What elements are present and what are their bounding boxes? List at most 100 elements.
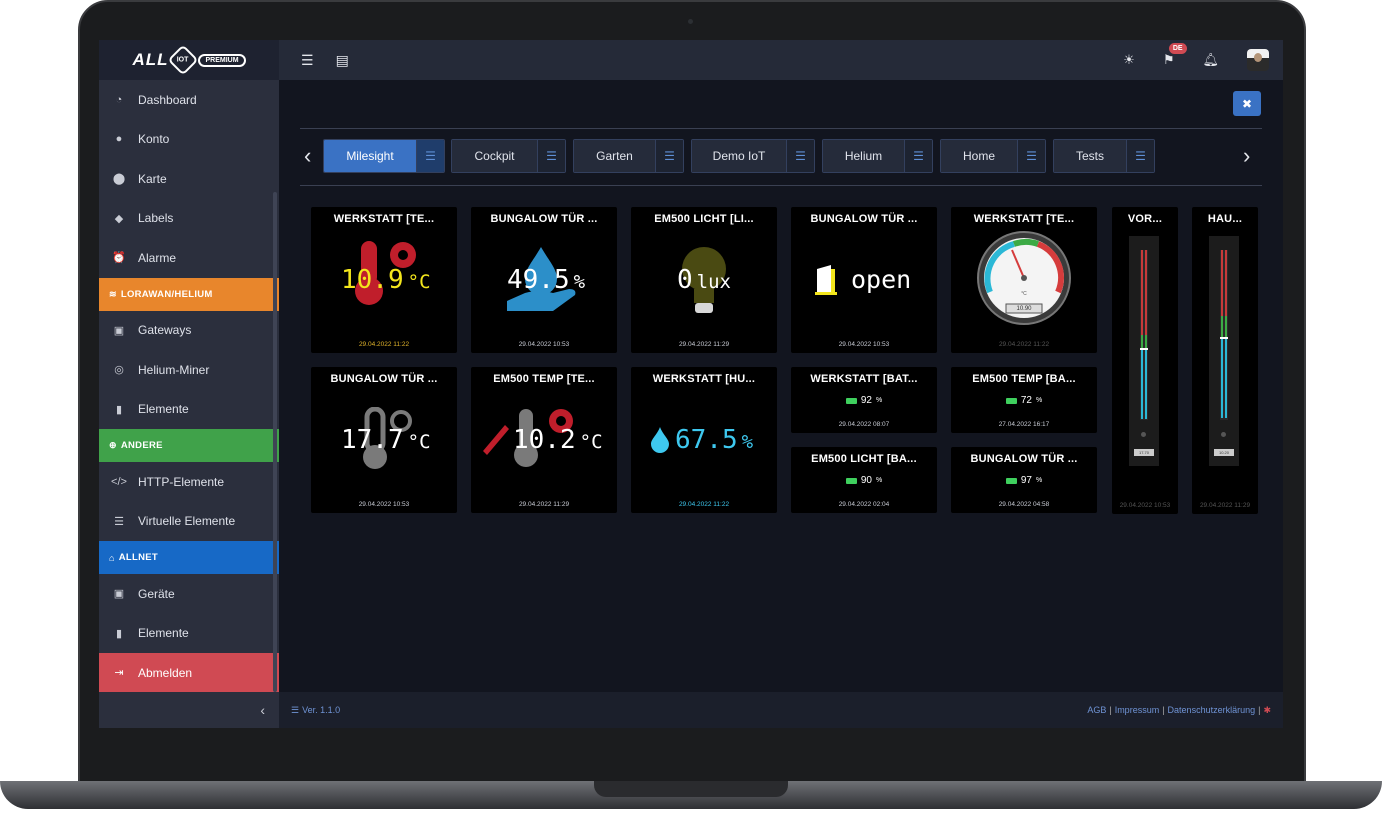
sidebar: ALL IOT PREMIUM ◔ Dashboard ● Konto ⬤ Karte…	[99, 40, 279, 728]
tile-date: 29.04.2022 11:29	[518, 501, 570, 508]
tile-title: HAU...	[1207, 213, 1243, 225]
globe-icon: ⊕	[109, 440, 117, 450]
section-label: ANDERE	[120, 440, 163, 451]
theme-sun-icon[interactable]: ☀	[1123, 52, 1135, 68]
sidebar-item-gateways[interactable]: ▣ Gateways	[99, 311, 279, 351]
tile-werkstatt-gauge[interactable]: WERKSTATT [TE... °C 10.90 29.04.2022 11:…	[951, 207, 1097, 353]
gauge-icon: ◔	[115, 93, 123, 106]
tile-em500-temp-battery[interactable]: EM500 TEMP [BA... 72% 27.04.2022 16:17	[951, 367, 1097, 433]
divider-bottom	[300, 185, 1262, 186]
language-badge: DE	[1168, 43, 1187, 54]
tile-value-wrap: 49.5%	[507, 265, 585, 295]
tile-em500-licht-battery[interactable]: EM500 LICHT [BA... 90% 29.04.2022 02:04	[791, 447, 937, 513]
logo[interactable]: ALL IOT PREMIUM	[99, 40, 279, 80]
datenschutz-link[interactable]: Datenschutzerklärung	[1168, 705, 1256, 715]
footer-sep: |	[1258, 705, 1261, 715]
tab-garten[interactable]: Garten ☰	[573, 139, 684, 173]
logout-button[interactable]: ⇥ Abmelden	[99, 653, 279, 693]
tabs-next-icon[interactable]: ›	[1243, 139, 1250, 173]
tile-unit: °C	[407, 271, 431, 293]
tile-bungalow-temp[interactable]: BUNGALOW TÜR ... 17.7 °C 29.04.2022 10:53	[311, 367, 457, 513]
sidebar-item-dashboard[interactable]: ◔ Dashboard	[99, 80, 279, 120]
tile-werkstatt-temp[interactable]: WERKSTATT [TE... 10.9 °C 29.04.2022 11:22	[311, 207, 457, 353]
sidebar-item-helium-miner[interactable]: ◎ Helium-Miner	[99, 350, 279, 390]
tab-menu-icon[interactable]: ☰	[1126, 140, 1154, 172]
menu-toggle-icon[interactable]: ☰	[301, 52, 314, 69]
database-icon: ☰	[114, 515, 124, 528]
impressum-link[interactable]: Impressum	[1115, 705, 1160, 715]
tile-bungalow-humidity[interactable]: BUNGALOW TÜR ... 49.5% 29.04.2022 10:53	[471, 207, 617, 353]
tab-demo-iot[interactable]: Demo IoT ☰	[691, 139, 815, 173]
tab-tests[interactable]: Tests ☰	[1053, 139, 1155, 173]
tab-cockpit[interactable]: Cockpit ☰	[451, 139, 566, 173]
sidebar-item-labels[interactable]: ◆ Labels	[99, 199, 279, 239]
code-icon: </>	[111, 475, 127, 488]
tile-hau-bar[interactable]: HAU... 10.20 29.04.2022 11:29	[1192, 207, 1258, 514]
tab-menu-icon[interactable]: ☰	[904, 140, 932, 172]
water-drop-icon	[651, 427, 669, 453]
tab-menu-icon[interactable]: ☰	[1017, 140, 1045, 172]
clipboard-icon[interactable]: ▤	[336, 52, 349, 69]
battery-unit: %	[1035, 477, 1043, 484]
tile-date: 29.04.2022 10:53	[1119, 502, 1171, 509]
tile-title: EM500 TEMP [TE...	[493, 373, 595, 385]
logo-iot: IOT	[177, 56, 190, 64]
tile-werkstatt-humidity[interactable]: WERKSTATT [HU... 67.5% 29.04.2022 11:22	[631, 367, 777, 513]
sidebar-item-label: Geräte	[138, 586, 175, 601]
tile-em500-temp[interactable]: EM500 TEMP [TE... 10.2 °C 29.04.2022 11:2…	[471, 367, 617, 513]
bell-icon[interactable]: 🔔︎	[1202, 52, 1219, 68]
tab-menu-icon[interactable]: ☰	[786, 140, 814, 172]
tab-label: Helium	[823, 140, 904, 172]
tile-em500-licht[interactable]: EM500 LICHT [LI... 0 lux 29.04.2022 11:29	[631, 207, 777, 353]
logo-iot-badge: IOT	[167, 44, 200, 76]
tile-werkstatt-battery[interactable]: WERKSTATT [BAT... 92% 29.04.2022 08:07	[791, 367, 937, 433]
avatar[interactable]	[1247, 49, 1269, 71]
tab-milesight[interactable]: Milesight ☰	[323, 139, 445, 173]
sidebar-scrollbar[interactable]	[273, 192, 277, 692]
tab-menu-icon[interactable]: ☰	[416, 140, 444, 172]
sidebar-item-http-elemente[interactable]: </> HTTP-Elemente	[99, 462, 279, 502]
sidebar-item-geraete[interactable]: ▣ Geräte	[99, 574, 279, 614]
tile-bungalow-battery[interactable]: BUNGALOW TÜR ... 97% 29.04.2022 04:58	[951, 447, 1097, 513]
sidebar-item-label: Virtuelle Elemente	[138, 514, 236, 529]
tile-bungalow-door[interactable]: BUNGALOW TÜR ... open 29.04.2022 10:53	[791, 207, 937, 353]
tile-title: BUNGALOW TÜR ...	[970, 453, 1078, 465]
tile-unit: %	[741, 431, 754, 453]
tile-date: 29.04.2022 02:04	[838, 501, 890, 508]
battery-value: 92	[860, 395, 872, 406]
tile-title: VOR...	[1127, 213, 1163, 225]
tab-helium[interactable]: Helium ☰	[822, 139, 933, 173]
sidebar-item-elemente-lorawan[interactable]: ▮ Elemente	[99, 390, 279, 430]
sidebar-item-alarme[interactable]: ⏰ Alarme	[99, 238, 279, 278]
tile-value: 0	[677, 265, 693, 295]
tag-icon: ◆	[114, 212, 124, 225]
sidebar-item-elemente-allnet[interactable]: ▮ Elemente	[99, 614, 279, 654]
tile-value: open	[851, 265, 912, 294]
tile-title: WERKSTATT [TE...	[333, 213, 435, 225]
tile-date: 29.04.2022 11:22	[998, 341, 1050, 348]
tile-title: BUNGALOW TÜR ...	[490, 213, 598, 225]
tile-value: 10.9	[341, 265, 404, 295]
agb-link[interactable]: AGB	[1087, 705, 1106, 715]
bug-icon[interactable]: ✱	[1263, 705, 1271, 716]
sidebar-item-karte[interactable]: ⬤ Karte	[99, 159, 279, 199]
language-flag-icon[interactable]: ⚑ DE	[1163, 43, 1187, 68]
sidebar-item-label: Konto	[138, 132, 170, 147]
sidebar-item-virtuelle-elemente[interactable]: ☰ Virtuelle Elemente	[99, 502, 279, 542]
sidebar-item-label: Helium-Miner	[138, 362, 210, 377]
tools-button[interactable]: ✖	[1233, 91, 1261, 116]
sidebar-item-label: Alarme	[138, 250, 177, 265]
satellite-icon: ≋	[109, 288, 117, 299]
tab-menu-icon[interactable]: ☰	[655, 140, 683, 172]
sidebar-item-label: Gateways	[138, 323, 192, 338]
laptop-notch	[594, 781, 788, 797]
tab-home[interactable]: Home ☰	[940, 139, 1046, 173]
tabs-prev-icon[interactable]: ‹	[304, 139, 311, 173]
section-lorawan: ≋ LORAWAN/HELIUM	[99, 277, 279, 311]
alarm-clock-icon: ⏰	[112, 252, 126, 265]
tile-vor-bar[interactable]: VOR... 17.70 29.04.2022 10:53	[1112, 207, 1178, 514]
tile-date: 29.04.2022 04:58	[998, 501, 1050, 508]
tab-menu-icon[interactable]: ☰	[537, 140, 565, 172]
sidebar-item-konto[interactable]: ● Konto	[99, 120, 279, 160]
collapse-sidebar-button[interactable]: ‹	[99, 692, 279, 728]
